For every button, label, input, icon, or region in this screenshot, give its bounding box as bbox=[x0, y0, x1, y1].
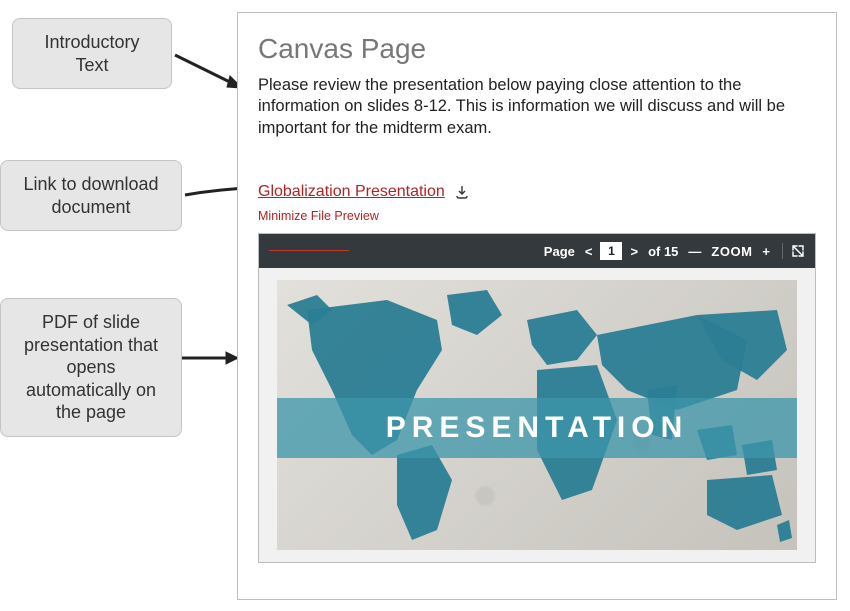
callout-link: Link to download document bbox=[0, 160, 182, 231]
callout-intro-text: Introductory Text bbox=[44, 32, 139, 75]
viewer-toolbar: Page < > of 15 — ZOOM + bbox=[259, 234, 815, 268]
page-prev-button[interactable]: < bbox=[579, 244, 599, 259]
toolbar-separator bbox=[782, 243, 783, 259]
fullscreen-button[interactable] bbox=[789, 242, 807, 260]
callout-pdf: PDF of slide presentation that opens aut… bbox=[0, 298, 182, 437]
file-preview-viewer: Page < > of 15 — ZOOM + bbox=[258, 233, 816, 563]
zoom-in-button[interactable]: + bbox=[756, 244, 776, 259]
page-number-input[interactable] bbox=[600, 242, 622, 260]
slide-area: PRESENTATION bbox=[259, 268, 815, 562]
callout-intro: Introductory Text bbox=[12, 18, 172, 89]
page-label: Page bbox=[544, 244, 575, 259]
canvas-page-panel: Canvas Page Please review the presentati… bbox=[237, 12, 837, 600]
document-link[interactable]: Globalization Presentation bbox=[258, 183, 445, 201]
page-total: of 15 bbox=[648, 244, 678, 259]
document-link-row: Globalization Presentation bbox=[258, 183, 816, 201]
slide-title-text: PRESENTATION bbox=[386, 411, 689, 445]
intro-text: Please review the presentation below pay… bbox=[258, 75, 816, 139]
callout-pdf-text: PDF of slide presentation that opens aut… bbox=[24, 312, 158, 422]
minimize-preview-link[interactable]: Minimize File Preview bbox=[258, 209, 379, 223]
callout-link-text: Link to download document bbox=[23, 174, 158, 217]
download-icon[interactable] bbox=[453, 183, 471, 201]
page-next-button[interactable]: > bbox=[624, 244, 644, 259]
page-title: Canvas Page bbox=[258, 33, 816, 65]
slide-title-banner: PRESENTATION bbox=[277, 398, 797, 458]
presentation-slide: PRESENTATION bbox=[277, 280, 797, 550]
zoom-label: ZOOM bbox=[711, 244, 752, 259]
zoom-out-button[interactable]: — bbox=[682, 244, 707, 259]
toolbar-accent-line bbox=[269, 250, 349, 251]
